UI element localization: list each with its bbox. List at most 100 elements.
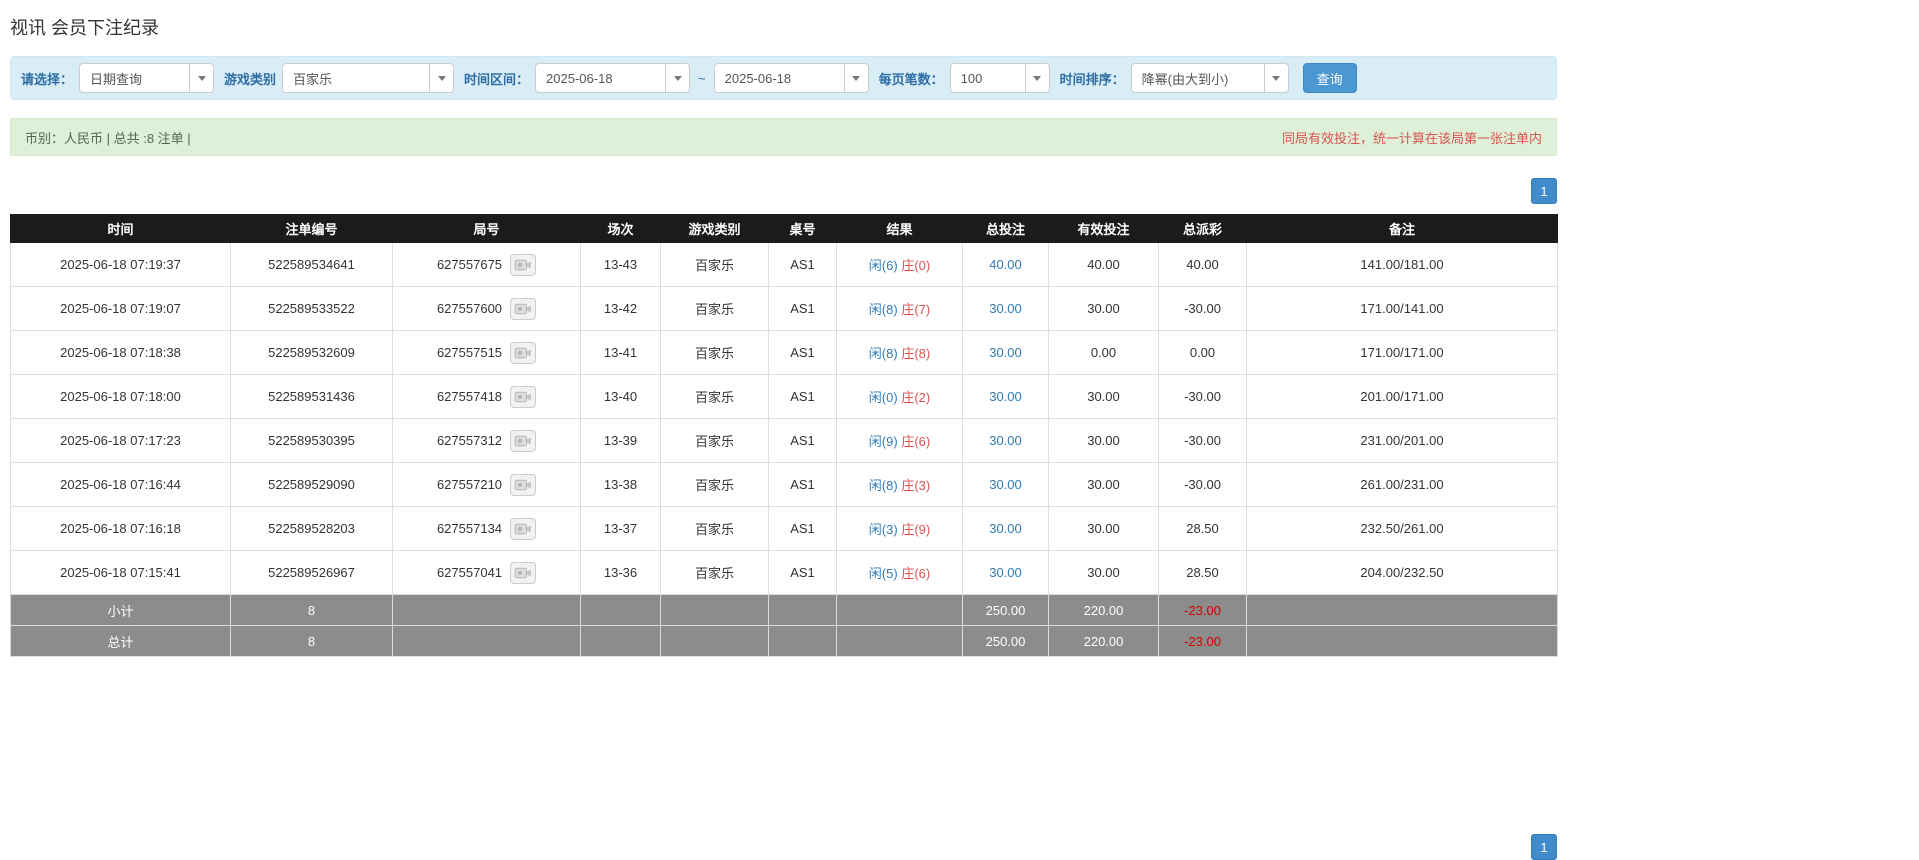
header-valid-bet: 有效投注 [1048,214,1159,243]
cell-note: 261.00/231.00 [1246,462,1558,507]
cell-session: 13-36 [580,550,661,595]
cell-round-number: 627557312 [436,433,503,448]
cell-game-type: 百家乐 [660,550,769,595]
total-bet-link[interactable]: 30.00 [989,389,1022,404]
cell-time: 2025-06-18 07:18:38 [10,330,231,375]
chevron-down-icon [665,64,689,92]
cell-bet-id: 522589533522 [230,286,393,331]
cell-round-number: 627557675 [436,257,503,272]
cell-payout: -30.00 [1158,374,1247,419]
cell-game-type: 百家乐 [660,242,769,287]
chevron-down-icon [189,64,213,92]
page-1-button[interactable]: 1 [1531,834,1557,860]
result-banker: 庄(7) [901,302,931,317]
chevron-down-icon [1263,64,1288,92]
cell-result: 闲(8) 庄(8) [836,330,963,375]
cell-bet-id: 522589529090 [230,462,393,507]
cell-note: 204.00/232.50 [1246,550,1558,595]
cell-result: 闲(8) 庄(7) [836,286,963,331]
total-label: 总计 [10,625,231,657]
date-from-input[interactable]: 2025-06-18 [535,63,691,93]
subtotal-label: 小计 [10,594,231,626]
page-size-value: 100 [960,70,983,86]
cell-game-type: 百家乐 [660,462,769,507]
total-bet-link[interactable]: 30.00 [989,301,1022,316]
cell-round-number: 627557600 [436,301,503,316]
cell-table-no: AS1 [768,418,837,463]
cell-result: 闲(0) 庄(2) [836,374,963,419]
video-replay-icon[interactable] [510,517,537,540]
total-bet-link[interactable]: 30.00 [989,477,1022,492]
table-row: 2025-06-18 07:19:37 522589534641 6275576… [10,242,1558,287]
total-bet-link[interactable]: 30.00 [989,433,1022,448]
cell-payout: 40.00 [1158,242,1247,287]
cell-valid-bet: 30.00 [1048,550,1159,595]
video-replay-icon[interactable] [510,385,537,408]
video-replay-icon[interactable] [510,473,537,496]
date-to-input[interactable]: 2025-06-18 [713,63,869,93]
video-replay-icon[interactable] [510,297,537,320]
cell-total-bet: 40.00 [962,242,1049,287]
cell-time: 2025-06-18 07:15:41 [10,550,231,595]
cell-round-number: 627557041 [436,565,503,580]
page-size-select[interactable]: 100 [949,63,1050,93]
total-bet-link[interactable]: 30.00 [989,345,1022,360]
game-type-select[interactable]: 百家乐 [282,63,455,93]
time-sort-select[interactable]: 降幂(由大到小) [1130,63,1289,93]
video-replay-icon[interactable] [510,561,537,584]
cell-session: 13-41 [580,330,661,375]
video-replay-icon[interactable] [510,429,537,452]
total-payout: -23.00 [1158,625,1247,657]
result-player: 闲(9) [868,434,898,449]
cell-session: 13-42 [580,286,661,331]
total-bet-link[interactable]: 30.00 [989,565,1022,580]
cell-table-no: AS1 [768,286,837,331]
subtotal-total-bet: 250.00 [962,594,1049,626]
cell-table-no: AS1 [768,374,837,419]
header-result: 结果 [836,214,963,243]
cell-session: 13-38 [580,462,661,507]
cell-session: 13-37 [580,506,661,551]
cell-payout: -30.00 [1158,462,1247,507]
cell-game-type: 百家乐 [660,286,769,331]
header-total-bet: 总投注 [962,214,1049,243]
cell-time: 2025-06-18 07:16:18 [10,506,231,551]
subtotal-row: 小计 8 250.00 220.00 -23.00 [10,594,1558,626]
cell-table-no: AS1 [768,550,837,595]
result-banker: 庄(0) [901,258,931,273]
cell-bet-id: 522589528203 [230,506,393,551]
chevron-down-icon [1024,64,1049,92]
search-button[interactable]: 查询 [1302,63,1357,93]
cell-round-number: 627557210 [436,477,503,492]
result-banker: 庄(8) [901,346,931,361]
game-type-label: 游戏类别 [224,71,277,87]
date-from-value: 2025-06-18 [546,70,613,86]
table-row: 2025-06-18 07:15:41 522589526967 6275570… [10,550,1558,595]
page-1-button[interactable]: 1 [1531,178,1557,204]
cell-total-bet: 30.00 [962,462,1049,507]
video-replay-icon[interactable] [510,253,537,276]
video-replay-icon[interactable] [510,341,537,364]
result-player: 闲(8) [868,346,898,361]
cell-session: 13-40 [580,374,661,419]
cell-bet-id: 522589526967 [230,550,393,595]
summary-bar: 币别：人民币 | 总共 :8 注单 | 同局有效投注，统一计算在该局第一张注单内 [10,118,1557,156]
total-bet-link[interactable]: 40.00 [989,257,1022,272]
header-game-type: 游戏类别 [660,214,769,243]
cell-game-type: 百家乐 [660,506,769,551]
result-banker: 庄(6) [901,434,931,449]
cell-bet-id: 522589534641 [230,242,393,287]
bet-records-table: 时间 注单编号 局号 场次 游戏类别 桌号 结果 总投注 有效投注 总派彩 备注… [10,214,1558,657]
total-bet-link[interactable]: 30.00 [989,521,1022,536]
header-bet-id: 注单编号 [230,214,393,243]
table-row: 2025-06-18 07:18:00 522589531436 6275574… [10,374,1558,419]
cell-valid-bet: 30.00 [1048,462,1159,507]
chevron-down-icon [429,64,453,92]
cell-result: 闲(5) 庄(6) [836,550,963,595]
cell-table-no: AS1 [768,506,837,551]
header-round: 局号 [392,214,581,243]
query-type-select[interactable]: 日期查询 [79,63,215,93]
cell-round-number: 627557134 [436,521,503,536]
result-banker: 庄(9) [901,522,931,537]
cell-valid-bet: 30.00 [1048,374,1159,419]
